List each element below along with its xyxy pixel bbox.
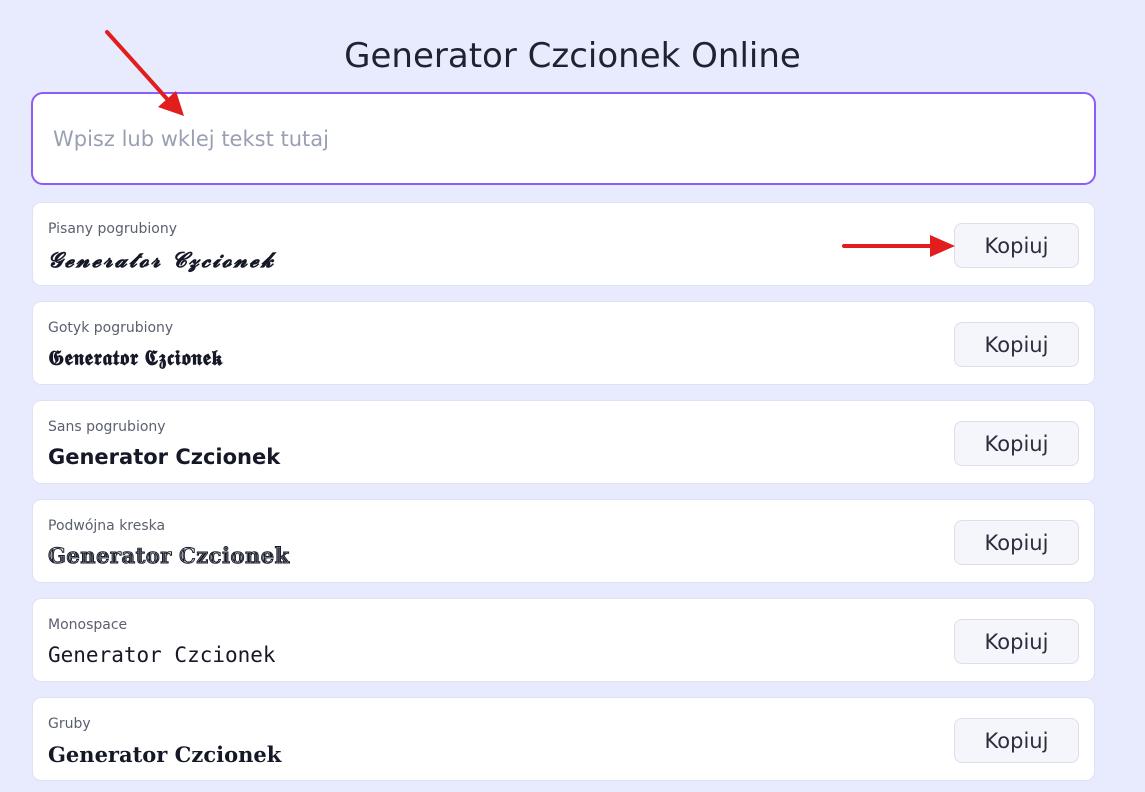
style-sample: 𝗚𝗲𝗻𝗲𝗿𝗮𝘁𝗼𝗿 𝗖𝘇𝗰𝗶𝗼𝗻𝗲𝗸 (48, 445, 281, 469)
red-arrow-icon (105, 30, 184, 116)
style-sample: 𝔾𝕖𝕟𝕖𝕣𝕒𝕥𝕠𝕣 ℂ𝕫𝕔𝕚𝕠𝕟𝕖𝕜 (48, 544, 290, 569)
copy-button[interactable]: Kopiuj (954, 421, 1079, 466)
style-label: Podwójna kreska (48, 518, 166, 534)
style-card-double-struck: Podwójna kreska 𝔾𝕖𝕟𝕖𝕣𝕒𝕥𝕠𝕣 ℂ𝕫𝕔𝕚𝕠𝕟𝕖𝕜 Kopiu… (32, 499, 1095, 583)
copy-button[interactable]: Kopiuj (954, 520, 1079, 565)
style-sample: 𝐆𝐞𝐧𝐞𝐫𝐚𝐭𝐨𝐫 𝐂𝐳𝐜𝐢𝐨𝐧𝐞𝐤 (48, 742, 282, 767)
style-label: Pisany pogrubiony (48, 221, 177, 237)
copy-button[interactable]: Kopiuj (954, 322, 1079, 367)
style-card-bold: Gruby 𝐆𝐞𝐧𝐞𝐫𝐚𝐭𝐨𝐫 𝐂𝐳𝐜𝐢𝐨𝐧𝐞𝐤 Kopiuj (32, 697, 1095, 781)
style-label: Gruby (48, 716, 91, 732)
style-label: Monospace (48, 617, 128, 633)
copy-button[interactable]: Kopiuj (954, 223, 1079, 268)
style-label: Gotyk pogrubiony (48, 320, 174, 336)
style-sample: 𝕲𝖊𝖓𝖊𝖗𝖆𝖙𝖔𝖗 𝕮𝖟𝖈𝖎𝖔𝖓𝖊𝖐 (48, 346, 224, 370)
style-card-sans-bold: Sans pogrubiony 𝗚𝗲𝗻𝗲𝗿𝗮𝘁𝗼𝗿 𝗖𝘇𝗰𝗶𝗼𝗻𝗲𝗸 Kopiu… (32, 400, 1095, 484)
style-label: Sans pogrubiony (48, 419, 166, 435)
style-sample: 𝙶𝚎𝚗𝚎𝚛𝚊𝚝𝚘𝚛 𝙲𝚣𝚌𝚒𝚘𝚗𝚎𝚔 (48, 643, 276, 667)
style-sample: 𝓖𝓮𝓷𝓮𝓻𝓪𝓽𝓸𝓻 𝓒𝔃𝓬𝓲𝓸𝓷𝓮𝓴 (48, 247, 276, 272)
copy-button[interactable]: Kopiuj (954, 718, 1079, 763)
style-card-monospace: Monospace 𝙶𝚎𝚗𝚎𝚛𝚊𝚝𝚘𝚛 𝙲𝚣𝚌𝚒𝚘𝚗𝚎𝚔 Kopiuj (32, 598, 1095, 682)
copy-button[interactable]: Kopiuj (954, 619, 1079, 664)
style-card-fraktur-bold: Gotyk pogrubiony 𝕲𝖊𝖓𝖊𝖗𝖆𝖙𝖔𝖗 𝕮𝖟𝖈𝖎𝖔𝖓𝖊𝖐 Kopi… (32, 301, 1095, 385)
red-arrow-icon (842, 235, 955, 257)
